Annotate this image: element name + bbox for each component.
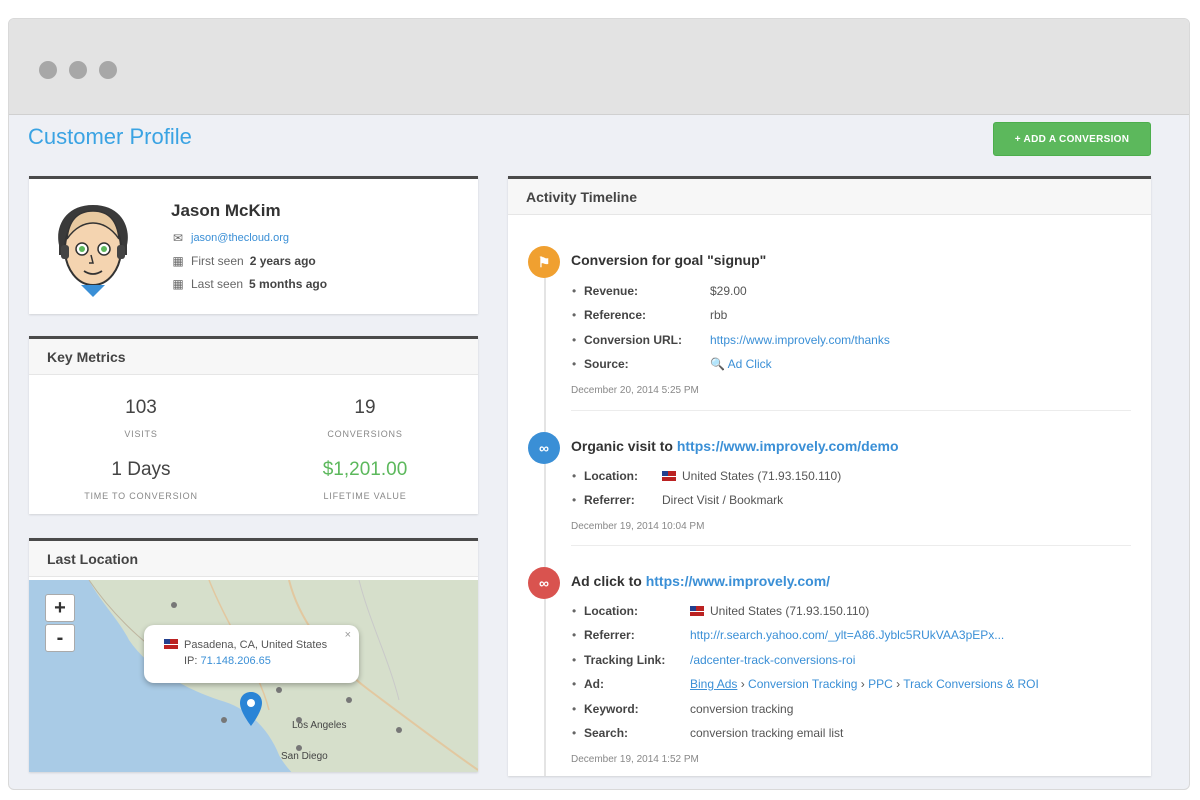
last-location-panel: Last Location + - Los Angeles San Diego	[29, 538, 478, 772]
metric-conversions: 19 CONVERSIONS	[253, 397, 477, 439]
avatar	[58, 205, 128, 297]
activity-timeline-panel: Activity Timeline ⚑ Conversion for goal …	[508, 176, 1151, 776]
first-seen-line: ▦ First seen 2 years ago	[171, 254, 316, 268]
calendar-icon: ▦	[172, 254, 184, 268]
ltv-label: LIFETIME VALUE	[323, 491, 407, 501]
event-row: • Location: United States (71.93.150.110)	[572, 469, 842, 483]
map-label-san-diego: San Diego	[281, 751, 328, 762]
us-flag-icon	[690, 606, 704, 616]
event-title-link[interactable]: https://www.improvely.com/demo	[677, 438, 899, 454]
event-title-link[interactable]: https://www.improvely.com/	[646, 573, 830, 589]
ad-breadcrumb-bing[interactable]: Bing Ads	[690, 677, 737, 691]
referrer-link[interactable]: http://r.search.yahoo.com/_ylt=A86.Jyblc…	[690, 628, 1004, 642]
visits-label: VISITS	[124, 429, 158, 439]
key-metrics-title: Key Metrics	[29, 339, 478, 375]
flag-icon: ⚑	[528, 246, 560, 278]
map-pin-icon[interactable]	[240, 692, 262, 726]
add-conversion-button[interactable]: + ADD A CONVERSION	[993, 122, 1151, 156]
ttc-label: TIME TO CONVERSION	[84, 491, 198, 501]
ad-breadcrumb-group[interactable]: PPC	[868, 677, 893, 691]
map[interactable]: + - Los Angeles San Diego × Pasadena, CA…	[29, 580, 478, 772]
metric-lifetime-value: $1,201.00 LIFETIME VALUE	[253, 459, 477, 501]
location-popup: × Pasadena, CA, United States IP: 71.148…	[144, 625, 359, 683]
conversion-url-link[interactable]: https://www.improvely.com/thanks	[710, 333, 890, 347]
ltv-value: $1,201.00	[322, 459, 408, 480]
event-row: • Tracking Link:/adcenter-track-conversio…	[572, 653, 856, 667]
event-date: December 20, 2014 5:25 PM	[571, 385, 699, 396]
last-seen-prefix: Last seen	[191, 277, 244, 291]
event-row: • Keyword: conversion tracking	[572, 702, 794, 716]
event-date: December 19, 2014 10:04 PM	[571, 521, 705, 532]
tracking-link[interactable]: /adcenter-track-conversions-roi	[690, 653, 855, 667]
window-titlebar	[9, 19, 1189, 115]
last-location-title: Last Location	[29, 541, 478, 577]
event-title: Conversion for goal "signup"	[571, 252, 767, 268]
conversions-value: 19	[354, 397, 376, 418]
timeline-line	[544, 248, 546, 776]
event-row: • Location: United States (71.93.150.110)	[572, 604, 870, 618]
window-maximize-dot[interactable]	[99, 61, 117, 79]
divider	[571, 545, 1131, 546]
activity-timeline-title: Activity Timeline	[508, 179, 1151, 215]
map-label-los-angeles: Los Angeles	[292, 720, 347, 731]
last-seen-line: ▦ Last seen 5 months ago	[171, 277, 327, 291]
event-row: • Ad: Bing Ads › Conversion Tracking › PPC…	[572, 677, 1039, 691]
first-seen-prefix: First seen	[191, 254, 244, 268]
calendar-icon: ▦	[172, 277, 184, 291]
metric-visits: 103 VISITS	[29, 397, 253, 439]
visits-value: 103	[125, 397, 157, 418]
metric-time-to-conversion: 1 Days TIME TO CONVERSION	[29, 459, 253, 501]
key-metrics-panel: Key Metrics 103 VISITS 19 CONVERSIONS 1 …	[29, 336, 478, 514]
event-row: • Referrer: Direct Visit / Bookmark	[572, 493, 784, 507]
event-row: • Search: conversion tracking email list	[572, 726, 844, 740]
timeline-body: ⚑ Conversion for goal "signup" • Revenue:…	[508, 218, 1151, 776]
popup-city: Pasadena, CA, United States	[184, 639, 328, 651]
source-link[interactable]: 🔍 Ad Click	[710, 357, 772, 371]
event-title: Organic visit to https://www.improvely.c…	[571, 438, 899, 454]
popup-ip-label: IP:	[184, 655, 198, 667]
event-row: • Reference: rbb	[572, 308, 728, 322]
event-row: • Referrer: http://r.search.yahoo.com/_ylt…	[572, 628, 1005, 642]
event-row: • Conversion URL: https://www.improvely.co…	[572, 333, 890, 347]
email-line: ✉ jason@thecloud.org	[171, 231, 289, 245]
us-flag-icon	[662, 471, 676, 481]
link-icon: ∞	[528, 432, 560, 464]
zoom-in-button[interactable]: +	[45, 594, 75, 622]
profile-card: Jason McKim ✉ jason@thecloud.org ▦ First…	[29, 176, 478, 314]
popup-close-icon[interactable]: ×	[345, 629, 351, 641]
email-link[interactable]: jason@thecloud.org	[191, 232, 289, 244]
ad-breadcrumb-ad[interactable]: Track Conversions & ROI	[903, 677, 1039, 691]
divider	[571, 410, 1131, 411]
us-flag-icon	[164, 639, 178, 649]
event-title: Ad click to https://www.improvely.com/	[571, 573, 831, 589]
zoom-out-button[interactable]: -	[45, 624, 75, 652]
ad-breadcrumb-campaign[interactable]: Conversion Tracking	[748, 677, 857, 691]
ttc-value: 1 Days	[111, 459, 171, 480]
event-row: • Source: 🔍 Ad Click	[572, 357, 772, 371]
conversions-label: CONVERSIONS	[327, 429, 403, 439]
page-title: Customer Profile	[28, 124, 192, 149]
search-icon: 🔍	[710, 357, 725, 371]
customer-name: Jason McKim	[171, 201, 281, 220]
event-row: • Revenue: $29.00	[572, 284, 747, 298]
popup-ip-link[interactable]: 71.148.206.65	[201, 655, 271, 667]
event-date: December 19, 2014 1:52 PM	[571, 754, 699, 765]
envelope-icon: ✉	[172, 231, 184, 245]
window-minimize-dot[interactable]	[69, 61, 87, 79]
link-icon: ∞	[528, 567, 560, 599]
last-seen-value: 5 months ago	[249, 277, 328, 291]
first-seen-value: 2 years ago	[249, 254, 316, 268]
window-close-dot[interactable]	[39, 61, 57, 79]
